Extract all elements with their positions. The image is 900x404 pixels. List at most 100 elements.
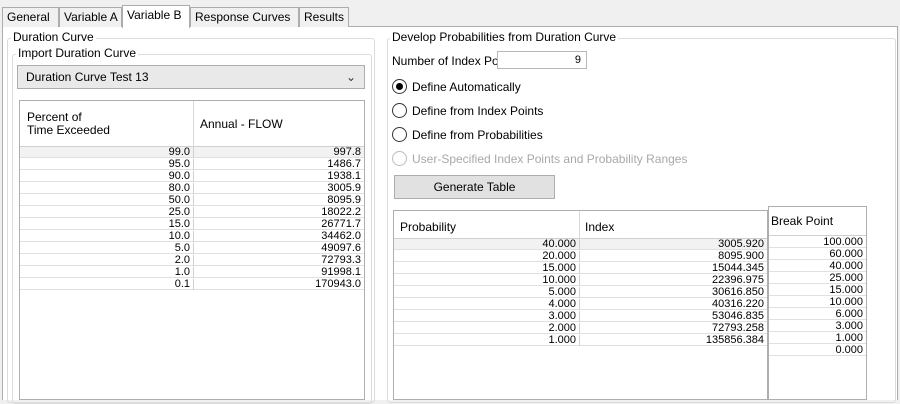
header-index: Index (585, 220, 615, 234)
table-row[interactable]: 25.000 (769, 273, 866, 284)
table-row[interactable]: 15.0 26771.7 (20, 218, 364, 230)
probability-table[interactable]: Probability Index 40.000 3005.920 20.000 80… (393, 210, 768, 400)
table-row[interactable]: 2.000 72793.258 (394, 322, 767, 334)
percent-exceeded-cell: 1.0 (174, 266, 190, 278)
table-row[interactable]: 4.000 40316.220 (394, 299, 767, 310)
index-cell: 30616.850 (712, 286, 764, 298)
header-break-point: Break Point (771, 214, 834, 228)
table-row[interactable]: 15.000 15044.345 (394, 262, 767, 274)
table-row[interactable]: 20.000 8095.900 (394, 250, 767, 262)
table-row[interactable]: 0.000 (769, 345, 866, 356)
break-point-cell: 6.000 (835, 308, 863, 320)
table-row[interactable]: 90.0 1938.1 (20, 170, 364, 182)
table-row[interactable]: 10.000 22396.975 (394, 274, 767, 286)
duration-table[interactable]: Percent of Time Exceeded Annual - FLOW 9… (19, 100, 365, 400)
percent-exceeded-cell: 90.0 (168, 170, 190, 182)
annual-flow-cell: 91998.1 (321, 266, 361, 278)
table-row[interactable]: 5.000 30616.850 (394, 286, 767, 298)
table-row[interactable]: 60.000 (769, 249, 866, 260)
table-row[interactable]: 99.0 997.8 (20, 146, 364, 158)
radio-define-from-index-points[interactable]: Define from Index Points (392, 102, 592, 120)
radio-label: User-Specified Index Points and Probabil… (412, 152, 688, 166)
probability-cell: 15.000 (542, 262, 576, 274)
tab-bar: General Variable A Variable B Response C… (2, 5, 898, 28)
index-points-input[interactable]: 9 (497, 51, 587, 69)
tab-general[interactable]: General (2, 7, 59, 27)
annual-flow-cell: 170943.0 (315, 278, 361, 290)
table-row[interactable]: 100.000 (769, 237, 866, 248)
table-row[interactable]: 10.0 34462.0 (20, 230, 364, 242)
percent-exceeded-cell: 50.0 (168, 194, 190, 206)
percent-exceeded-cell: 99.0 (168, 146, 190, 158)
annual-flow-cell: 49097.6 (321, 242, 361, 254)
probability-cell: 20.000 (542, 250, 576, 262)
generate-table-button[interactable]: Generate Table (394, 175, 555, 199)
table-row[interactable]: 3.000 (769, 320, 866, 332)
probability-table-header: Probability Index (394, 211, 767, 239)
develop-probabilities-title: Develop Probabilities from Duration Curv… (390, 30, 619, 44)
percent-exceeded-cell: 5.0 (174, 242, 190, 254)
table-row[interactable]: 1.0 91998.1 (20, 266, 364, 278)
annual-flow-cell: 3005.9 (327, 182, 361, 194)
table-row[interactable]: 95.0 1486.7 (20, 158, 364, 170)
tab-variable-a[interactable]: Variable A (59, 7, 122, 27)
annual-flow-cell: 34462.0 (321, 230, 361, 242)
chevron-down-icon: ⌄ (345, 70, 356, 84)
percent-exceeded-cell: 10.0 (168, 230, 190, 242)
tab-variable-b[interactable]: Variable B (122, 5, 190, 28)
radio-label: Define from Index Points (412, 104, 544, 118)
column-divider (193, 101, 194, 147)
tab-results[interactable]: Results (299, 7, 349, 27)
annual-flow-cell: 26771.7 (321, 218, 361, 230)
percent-exceeded-cell: 15.0 (168, 218, 190, 230)
annual-flow-cell: 8095.9 (327, 194, 361, 206)
percent-exceeded-cell: 25.0 (168, 206, 190, 218)
radio-button-icon (392, 103, 407, 118)
tab-response-curves[interactable]: Response Curves (190, 7, 299, 27)
table-row[interactable]: 3.000 53046.835 (394, 310, 767, 322)
import-duration-curve-title: Import Duration Curve (16, 46, 139, 60)
column-divider (579, 211, 580, 239)
header-percent-exceeded: Percent of Time Exceeded (27, 111, 110, 137)
tab-label: Variable B (127, 8, 182, 22)
percent-exceeded-cell: 80.0 (168, 182, 190, 194)
tab-label: Variable A (64, 10, 118, 24)
table-row[interactable]: 40.000 (769, 261, 866, 272)
break-point-cell: 3.000 (835, 320, 863, 332)
percent-exceeded-cell: 2.0 (174, 254, 190, 266)
percent-exceeded-cell: 0.1 (174, 278, 190, 290)
table-row[interactable]: 2.0 72793.3 (20, 254, 364, 266)
break-point-cell: 15.000 (829, 284, 863, 296)
break-point-cell: 10.000 (829, 296, 863, 308)
annual-flow-cell: 997.8 (333, 146, 361, 158)
annual-flow-cell: 1938.1 (327, 170, 361, 182)
table-row[interactable]: 50.0 8095.9 (20, 194, 364, 206)
radio-button-icon (392, 79, 407, 94)
index-cell: 72793.258 (712, 322, 764, 334)
table-row[interactable]: 0.1 170943.0 (20, 278, 364, 290)
header-probability: Probability (400, 220, 457, 234)
duration-table-header: Percent of Time Exceeded Annual - FLOW (20, 101, 364, 147)
table-row[interactable]: 25.0 18022.2 (20, 206, 364, 218)
table-row[interactable]: 5.0 49097.6 (20, 242, 364, 254)
table-row[interactable]: 15.000 (769, 284, 866, 296)
table-row[interactable]: 6.000 (769, 308, 866, 320)
table-row[interactable]: 1.000 (769, 332, 866, 344)
header-annual-flow: Annual - FLOW (200, 117, 283, 131)
radio-define-automatically[interactable]: Define Automatically (392, 78, 592, 96)
annual-flow-cell: 1486.7 (327, 158, 361, 170)
duration-curve-title: Duration Curve (11, 30, 96, 44)
table-row[interactable]: 40.000 3005.920 (394, 238, 767, 250)
table-row[interactable]: 1.000 135856.384 (394, 335, 767, 346)
break-point-table[interactable]: Break Point 100.000 60.000 40.000 25.000 15.… (768, 206, 867, 400)
radio-user-specified[interactable]: User-Specified Index Points and Probabil… (392, 150, 722, 168)
table-row[interactable]: 10.000 (769, 296, 866, 308)
radio-define-from-probabilities[interactable]: Define from Probabilities (392, 126, 592, 144)
break-point-cell: 1.000 (835, 332, 863, 344)
table-row[interactable]: 80.0 3005.9 (20, 182, 364, 194)
probability-cell: 10.000 (542, 274, 576, 286)
duration-curve-select[interactable]: Duration Curve Test 13 ⌄ (17, 65, 365, 89)
probability-cell: 40.000 (542, 238, 576, 250)
break-point-table-header: Break Point (769, 207, 866, 236)
probability-cell: 3.000 (548, 310, 576, 322)
